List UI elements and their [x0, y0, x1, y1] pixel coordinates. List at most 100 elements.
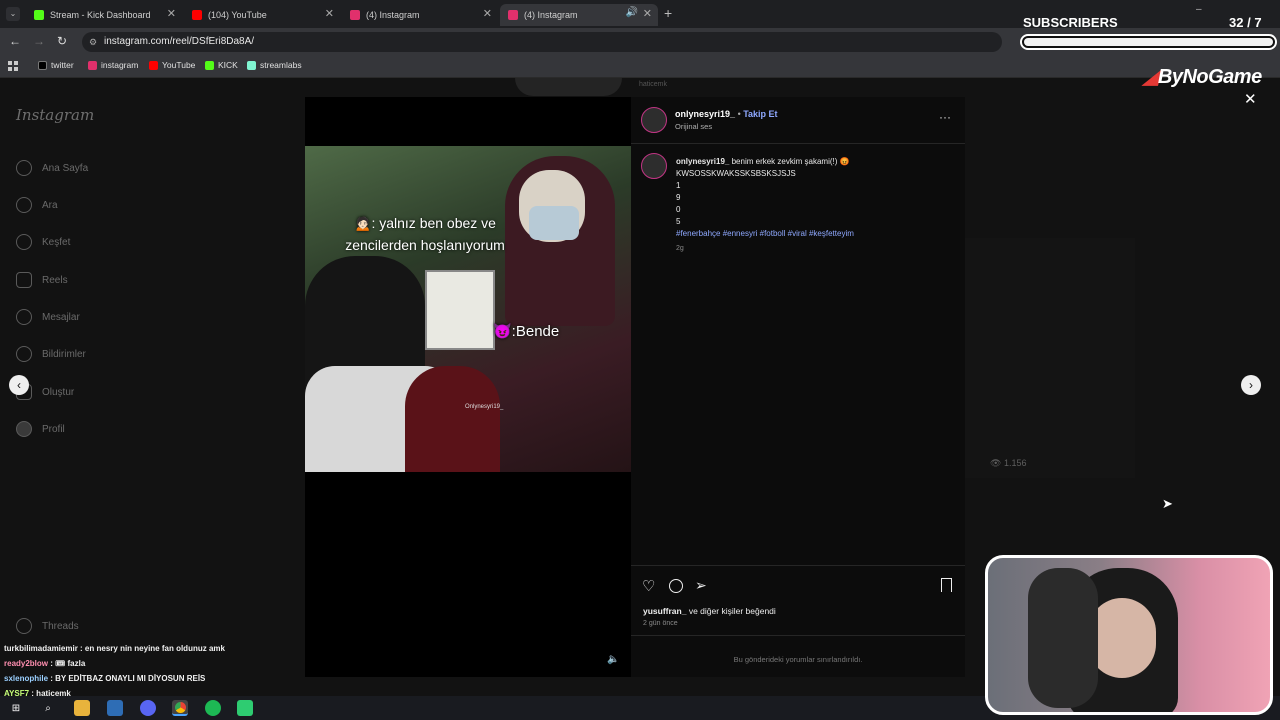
tab-title: (4) Instagram: [524, 10, 578, 20]
tab-instagram-2[interactable]: (4) Instagram 🔊 ✕: [500, 4, 658, 26]
caption-avatar[interactable]: [641, 153, 667, 179]
nav-search[interactable]: Ara: [16, 197, 58, 213]
tab-list-button[interactable]: ⌄: [6, 7, 20, 21]
messenger-icon: [16, 309, 32, 325]
divider: [631, 565, 965, 566]
video-watermark: Onlynesyri19_: [465, 404, 504, 410]
tab-youtube[interactable]: (104) YouTube ✕: [184, 4, 340, 26]
instagram-sidebar: Instagram Ana Sayfa Ara Keşfet Reels Mes…: [0, 78, 200, 696]
windows-start-icon[interactable]: ⊞: [8, 700, 24, 716]
webcam-chair: [1028, 568, 1098, 708]
forward-icon[interactable]: →: [33, 34, 45, 48]
likes-username[interactable]: yusuffran_: [643, 606, 686, 616]
url-text: instagram.com/reel/DSfEri8Da8A/: [104, 36, 255, 47]
caption-hashtags[interactable]: #fenerbahçe #ennesyri #fotboll #viral #k…: [676, 228, 946, 240]
bookmark-label: twitter: [51, 60, 74, 70]
nav-messages[interactable]: Mesajlar: [16, 309, 80, 325]
likes-text: ve diğer kişiler beğendi: [688, 606, 776, 616]
app-icon[interactable]: [237, 700, 253, 716]
search-icon: [16, 197, 32, 213]
home-icon: [16, 160, 32, 176]
minimize-icon[interactable]: –: [1196, 4, 1202, 15]
share-plane-icon[interactable]: ➢: [695, 577, 707, 594]
caption-time: 2g: [676, 245, 684, 252]
speaker-icon[interactable]: 🔊: [626, 7, 638, 18]
tab-title: (4) Instagram: [366, 10, 420, 20]
subscriber-count: 32 / 7: [1229, 15, 1262, 30]
background-avatar: [515, 78, 622, 96]
audio-label[interactable]: Orijinal ses: [675, 122, 712, 131]
video-child: [405, 366, 500, 472]
close-icon[interactable]: ✕: [643, 7, 652, 20]
heart-icon: [16, 346, 32, 362]
nav-label: Ara: [42, 199, 58, 211]
nav-notifications[interactable]: Bildirimler: [16, 346, 86, 362]
kick-icon: [34, 10, 44, 20]
apps-grid-icon[interactable]: [8, 61, 18, 71]
bookmark-youtube[interactable]: YouTube: [149, 60, 195, 70]
follow-button[interactable]: Takip Et: [743, 109, 777, 119]
author-username[interactable]: onlynesyri19_ • Takip Et: [675, 109, 778, 119]
reel-video-frame[interactable]: 🙍🏻: yalnız ben obez ve zencilerden hoşla…: [305, 146, 631, 472]
caption: onlynesyri19_ benim erkek zevkim şakami(…: [676, 156, 946, 255]
tab-kick-dashboard[interactable]: Stream - Kick Dashboard ✕: [26, 4, 182, 26]
kick-icon: [205, 60, 214, 70]
caption-username[interactable]: onlynesyri19_: [676, 157, 729, 166]
address-bar[interactable]: ⚙ instagram.com/reel/DSfEri8Da8A/: [82, 32, 1002, 52]
webcam-face: [1088, 598, 1156, 678]
spotify-icon[interactable]: [205, 700, 221, 716]
nav-explore[interactable]: Keşfet: [16, 234, 70, 250]
subscriber-progress-fill: [1024, 38, 1273, 46]
reload-icon[interactable]: ↻: [57, 34, 67, 48]
search-icon[interactable]: ⌕: [40, 700, 56, 716]
profile-avatar-icon: [16, 421, 32, 437]
nav-label: Profil: [42, 423, 65, 435]
chat-text: : BY EDİTBAZ ONAYLI MI DİYOSUN REİS: [50, 674, 206, 683]
instagram-logo[interactable]: Instagram: [16, 106, 94, 124]
prev-post-button[interactable]: ‹: [9, 375, 29, 395]
new-tab-button[interactable]: +: [664, 5, 672, 21]
chat-text: : 🎟 fazla: [50, 659, 86, 668]
video-mask-right: [529, 206, 579, 240]
chrome-icon[interactable]: [172, 700, 188, 716]
bookmark-instagram[interactable]: instagram: [88, 60, 138, 70]
nav-reels[interactable]: Reels: [16, 272, 68, 288]
threads-icon: [16, 618, 32, 634]
caption-line: 9: [676, 193, 681, 202]
file-explorer-icon[interactable]: [74, 700, 90, 716]
next-post-button[interactable]: ›: [1241, 375, 1261, 395]
close-icon[interactable]: ✕: [483, 7, 492, 20]
caption-line: KWSOSSKWAKSSKSBSKSJSJS: [676, 169, 796, 178]
app-icon[interactable]: [107, 700, 123, 716]
bynogame-logo: ◢ByNoGame: [1143, 64, 1262, 89]
post-date: 2 gün önce: [643, 620, 678, 627]
background-view-count: 👁 1.156: [990, 458, 1026, 469]
sub-count: 32: [1229, 15, 1244, 30]
nav-threads[interactable]: Threads: [16, 618, 79, 634]
close-icon[interactable]: ✕: [167, 7, 176, 20]
save-bookmark-icon[interactable]: [941, 578, 952, 592]
chat-text: : en nesry nin neyine fan oldunuz amk: [80, 644, 225, 653]
streamlabs-icon: [247, 60, 256, 70]
nav-profile[interactable]: Profil: [16, 421, 65, 437]
likes-summary[interactable]: yusuffran_ ve diğer kişiler beğendi: [643, 606, 776, 616]
close-icon[interactable]: ✕: [1244, 90, 1257, 108]
more-options-icon[interactable]: ···: [939, 110, 951, 124]
bookmark-twitter[interactable]: twitter: [38, 60, 74, 70]
chevron-right-icon: ›: [1249, 378, 1253, 392]
nav-home[interactable]: Ana Sayfa: [16, 160, 88, 176]
discord-icon[interactable]: [140, 700, 156, 716]
tab-instagram-1[interactable]: (4) Instagram ✕: [342, 4, 498, 26]
caption-line: 1: [676, 181, 681, 190]
close-icon[interactable]: ✕: [325, 7, 334, 20]
like-heart-icon[interactable]: ♡: [642, 577, 655, 595]
mute-icon[interactable]: 🔈: [607, 654, 619, 665]
comments-limited-notice: Bu gönderideki yorumlar sınırlandırıldı.: [733, 655, 863, 664]
site-info-icon[interactable]: ⚙: [89, 32, 97, 52]
instagram-icon: [88, 60, 97, 70]
back-icon[interactable]: ←: [9, 34, 21, 48]
comment-bubble-icon[interactable]: [669, 579, 683, 593]
bookmark-kick[interactable]: KICK: [205, 60, 238, 70]
author-avatar[interactable]: [641, 107, 667, 133]
bookmark-streamlabs[interactable]: streamlabs: [247, 60, 302, 70]
